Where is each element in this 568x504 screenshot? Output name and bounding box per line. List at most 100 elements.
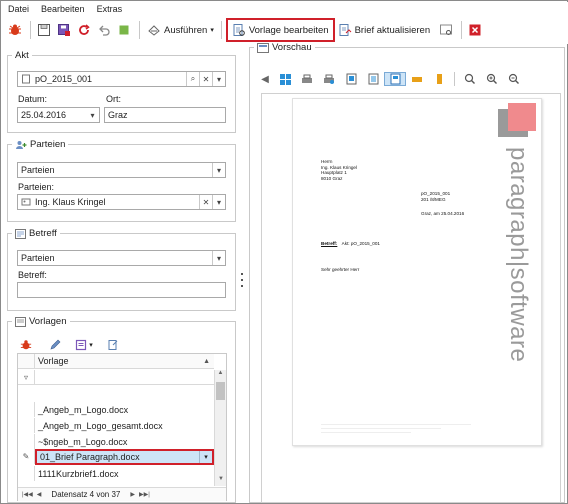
betreff-field-label: Betreff: <box>18 270 47 280</box>
undo-icon[interactable] <box>95 21 113 39</box>
datum-label: Datum: <box>18 94 48 104</box>
pencil-icon[interactable] <box>46 336 64 354</box>
grid-scrollbar[interactable]: ▲ ▼ <box>214 370 226 486</box>
parteien-title: Parteien <box>30 139 66 150</box>
partei-combo[interactable]: Ing. Klaus Kringel ✕ ▾ <box>17 194 226 210</box>
scroll-down-icon[interactable]: ▼ <box>215 476 227 486</box>
pane-splitter[interactable] <box>240 273 244 287</box>
print-icon[interactable] <box>296 74 318 85</box>
clear-icon[interactable]: ✕ <box>199 195 212 209</box>
betreff-input[interactable] <box>17 282 226 298</box>
new-template-icon[interactable] <box>104 336 122 354</box>
datum-value: 25.04.2016 <box>21 110 67 120</box>
betreff-dropdown-value: Parteien <box>21 253 55 263</box>
bug-icon[interactable] <box>17 336 35 354</box>
akt-title: Akt <box>15 50 29 61</box>
table-row[interactable]: _Angeb_m_Logo_gesamt.docx <box>18 418 214 433</box>
table-row-selected[interactable]: ✎ 01_Brief Paragraph.docx ▾ <box>18 448 214 465</box>
grid-header: Vorlage ▲ <box>18 353 214 369</box>
clear-icon[interactable]: ✕ <box>199 72 212 86</box>
menu-extras[interactable]: Extras <box>91 4 129 14</box>
document-icon <box>22 74 30 84</box>
single-page-icon[interactable] <box>384 72 406 86</box>
stop-icon[interactable] <box>115 21 133 39</box>
zoom-out-icon[interactable] <box>503 73 525 85</box>
scroll-up-icon[interactable]: ▲ <box>215 370 226 380</box>
prev-record-icon[interactable]: ◀ <box>37 491 42 498</box>
vorlagen-title: Vorlagen <box>29 316 67 327</box>
column-header-vorlage[interactable]: Vorlage <box>35 356 203 366</box>
zoom-in-icon[interactable] <box>481 73 503 85</box>
record-navigator: |◀◀ ◀ Datensatz 4 von 37 ▶ ▶▶| <box>18 487 226 501</box>
scroll-thumb[interactable] <box>216 382 225 400</box>
refresh-icon[interactable] <box>75 21 93 39</box>
multipage-icon[interactable] <box>362 73 384 85</box>
preview-window-icon[interactable] <box>437 21 455 39</box>
add-person-icon <box>16 140 27 149</box>
next-record-icon[interactable]: ▶ <box>130 491 135 498</box>
filter-row[interactable]: ▿ <box>18 369 214 385</box>
template-name: _Angeb_m_Logo_gesamt.docx <box>38 420 163 431</box>
template-name: 01_Brief Paragraph.docx <box>40 451 140 462</box>
brief-aktualisieren-button[interactable]: Brief aktualisieren <box>335 20 434 40</box>
vorlage-bearbeiten-button[interactable]: Vorlage bearbeiten <box>225 18 335 42</box>
zoom-icon[interactable] <box>459 73 481 85</box>
chevron-down-icon[interactable]: ▾ <box>86 108 99 122</box>
logo-text: paragraph|software <box>505 147 532 363</box>
chevron-down-icon[interactable]: ▾ <box>199 450 212 463</box>
chevron-down-icon[interactable]: ▾ <box>212 72 225 86</box>
datum-field[interactable]: 25.04.2016 ▾ <box>17 107 100 123</box>
template-menu-icon[interactable]: ▾ <box>71 336 97 354</box>
search-icon[interactable]: ⌕ <box>186 72 199 86</box>
chevron-down-icon[interactable]: ▾ <box>212 163 225 177</box>
reference-line: 201 /8/MEG <box>421 196 446 202</box>
quick-print-icon[interactable] <box>318 74 340 85</box>
preview-pane: Vorschau ◀ paragraph|software Herrn Ing.… <box>249 42 565 503</box>
templates-icon <box>15 316 26 327</box>
chevron-down-icon[interactable]: ▾ <box>212 251 225 265</box>
betreff-title: Betreff <box>29 228 57 239</box>
salutation: Sehr geehrter Herr <box>321 267 360 272</box>
row-indicator <box>18 402 35 417</box>
back-icon[interactable]: ◀ <box>256 74 274 85</box>
logo-pink-block <box>508 103 536 131</box>
parteien-list-label: Parteien: <box>18 182 55 192</box>
toolbar-separator <box>454 72 455 86</box>
akt-group-title: Akt <box>12 50 32 61</box>
close-icon[interactable] <box>466 21 484 39</box>
table-row[interactable]: ~$ngeb_m_Logo.docx <box>18 434 214 449</box>
ort-field[interactable]: Graz <box>104 107 226 123</box>
edit-pencil-icon: ✎ <box>18 449 35 464</box>
fit-page-icon[interactable] <box>428 73 450 85</box>
fit-width-icon[interactable] <box>406 74 428 85</box>
toolbar-separator <box>30 21 31 39</box>
save-icon[interactable] <box>35 21 53 39</box>
akt-combo[interactable]: pO_2015_001 ⌕ ✕ ▾ <box>17 71 226 87</box>
subject-icon <box>15 228 26 239</box>
betreff-label: Betreff: <box>321 241 338 246</box>
vorlagen-group-title: Vorlagen <box>12 316 70 327</box>
parteien-dropdown[interactable]: Parteien ▾ <box>17 162 226 178</box>
akt-group: Akt pO_2015_001 ⌕ ✕ ▾ Datum: Ort: 25.04.… <box>7 50 236 133</box>
menu-datei[interactable]: Datei <box>2 4 35 14</box>
table-row[interactable]: _Angeb_m_Logo.docx <box>18 402 214 417</box>
betreff-dropdown[interactable]: Parteien ▾ <box>17 250 226 266</box>
last-record-icon[interactable]: ▶▶| <box>139 491 150 498</box>
reference-block: pO_2015_001 201 /8/MEG <box>421 191 450 202</box>
sort-up-icon[interactable]: ▲ <box>203 358 210 365</box>
document-viewport[interactable]: paragraph|software Herrn Ing. Klaus Krin… <box>261 93 561 503</box>
template-name: ~$ngeb_m_Logo.docx <box>38 436 128 447</box>
chevron-down-icon[interactable]: ▾ <box>212 195 225 209</box>
bug-icon[interactable] <box>6 21 24 39</box>
menu-bearbeiten[interactable]: Bearbeiten <box>35 4 91 14</box>
menu-bar: Datei Bearbeiten Extras <box>2 2 568 16</box>
ausfuehren-button[interactable]: Ausführen ▾ <box>144 20 217 40</box>
row-indicator <box>18 418 35 433</box>
execute-icon <box>148 25 160 36</box>
save-close-icon[interactable] <box>55 21 73 39</box>
page-setup-icon[interactable] <box>340 73 362 85</box>
windows-icon[interactable] <box>274 73 296 85</box>
selected-row-highlight[interactable]: 01_Brief Paragraph.docx ▾ <box>35 448 214 465</box>
table-row[interactable]: 1111Kurzbrief1.docx <box>18 466 214 481</box>
first-record-icon[interactable]: |◀◀ <box>22 491 33 498</box>
